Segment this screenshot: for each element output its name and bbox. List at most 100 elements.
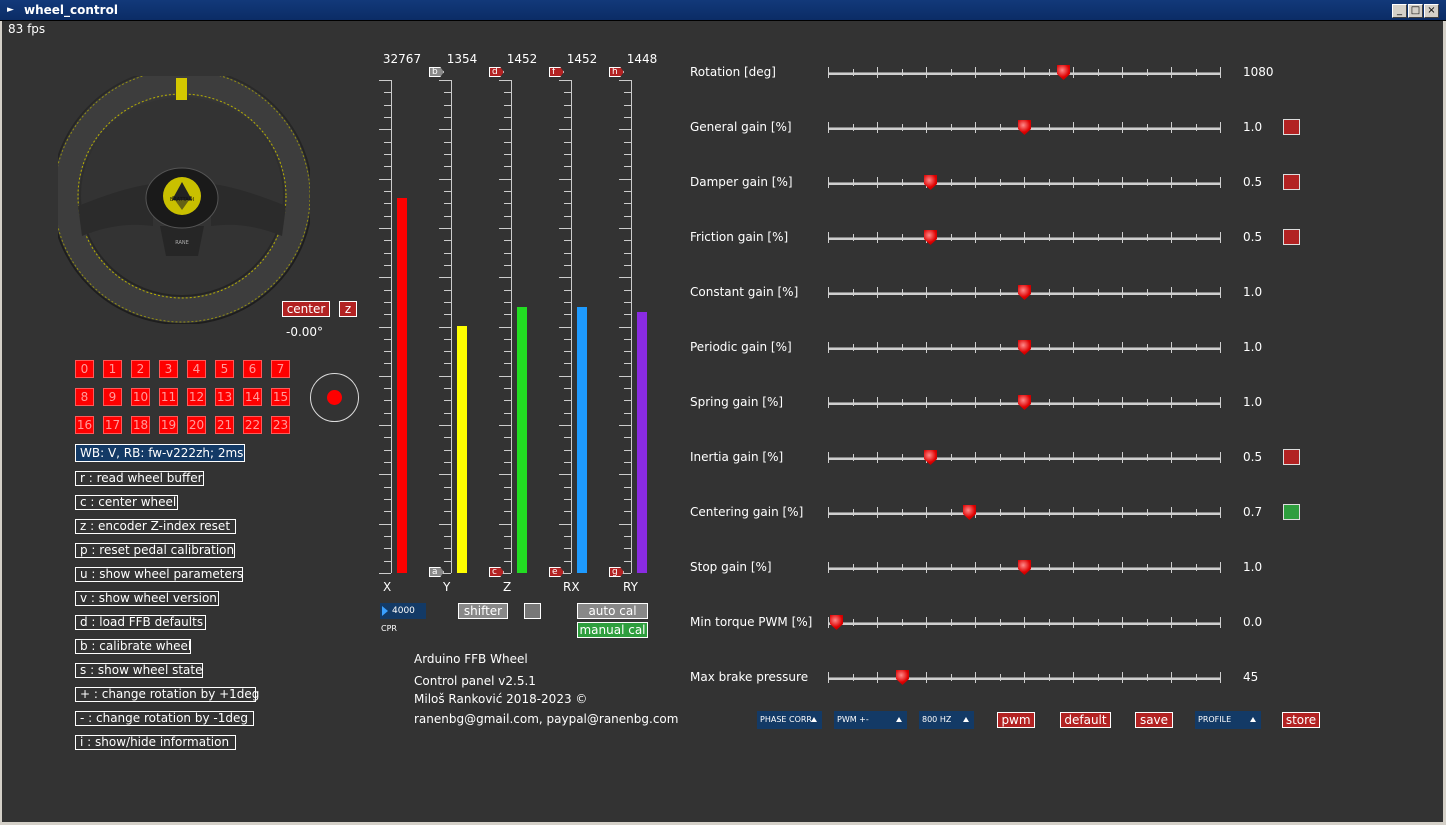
pwm-frequency-dropdown[interactable]: 800 HZ [919,711,974,729]
button-indicator: 22 [243,416,262,434]
slider-tick [1147,179,1148,186]
command-button[interactable]: b : calibrate wheel [75,639,191,654]
z-reset-button[interactable]: z [339,301,357,317]
effect-toggle[interactable] [1283,504,1300,520]
axis-cal-flag-top[interactable]: b [429,67,444,77]
phase-correction-dropdown[interactable]: PHASE CORR [757,711,822,729]
effect-toggle[interactable] [1283,229,1300,245]
command-button[interactable]: z : encoder Z-index reset [75,519,236,534]
command-button[interactable]: r : read wheel buffer [75,471,204,486]
command-button[interactable]: d : load FFB defaults [75,615,206,630]
slider-tick [877,562,878,573]
effect-toggle[interactable] [1283,174,1300,190]
axis-tick [384,314,391,315]
axis-tick [624,499,631,500]
button-indicator: 7 [271,360,290,378]
command-button[interactable]: v : show wheel version [75,591,219,606]
slider-knob[interactable] [1018,120,1031,135]
slider-tick [1196,509,1197,516]
slider-tick [1196,234,1197,241]
center-button[interactable]: center [282,301,330,317]
minimize-button[interactable]: _ [1392,4,1407,18]
slider-value: 0.0 [1243,615,1263,629]
axis-cal-flag-bottom[interactable]: a [429,567,444,577]
command-button[interactable]: i : show/hide information [75,735,236,750]
slider-knob[interactable] [1018,285,1031,300]
close-button[interactable]: × [1424,4,1439,18]
axis-cal-flag-top[interactable]: f [549,67,564,77]
slider-label: Friction gain [%] [690,230,789,244]
slider-tick [1147,509,1148,516]
slider-tick [951,454,952,461]
window-title: wheel_control [24,3,118,17]
axis-tick [384,117,391,118]
axis-tick [564,437,571,438]
shifter-checkbox[interactable] [524,603,541,619]
window-frame-left [0,21,2,825]
axis-tick [504,548,511,549]
pwm-mode-dropdown[interactable]: PWM +- [834,711,907,729]
effect-toggle[interactable] [1283,119,1300,135]
manual-cal-button[interactable]: manual cal [577,622,648,638]
shifter-button[interactable]: shifter [458,603,508,619]
slider-tick [1098,69,1099,76]
slider-knob[interactable] [896,670,909,685]
axis-tick [564,265,571,266]
axis-max-value: 1452 [506,52,538,66]
slider-tick [1196,619,1197,626]
slider-tick [1024,672,1025,683]
slider-knob[interactable] [1018,340,1031,355]
axis-tick [444,240,451,241]
slider-tick [975,67,976,78]
slider-knob[interactable] [830,615,843,630]
axis-label: Y [443,580,451,594]
auto-cal-button[interactable]: auto cal [577,603,648,619]
slider-knob[interactable] [1018,395,1031,410]
button-indicator: 13 [215,388,234,406]
profile-dropdown[interactable]: PROFILE [1195,711,1261,729]
axis-tick [624,314,631,315]
save-button[interactable]: save [1135,712,1173,728]
slider-label: Stop gain [%] [690,560,772,574]
axis-tick [564,166,571,167]
button-indicator: 6 [243,360,262,378]
button-indicator: 4 [187,360,206,378]
pwm-button[interactable]: pwm [997,712,1035,728]
slider-tick [926,397,927,408]
slider-knob[interactable] [1057,65,1070,80]
slider-value: 1.0 [1243,395,1263,409]
maximize-button[interactable]: □ [1408,4,1423,18]
app-icon[interactable]: ► [7,4,19,16]
axis-tick [439,179,451,180]
command-button[interactable]: p : reset pedal calibration [75,543,235,558]
store-button[interactable]: store [1282,712,1320,728]
axis-tick [504,511,511,512]
axis-tick [384,92,391,93]
axis-cal-flag-bottom[interactable]: c [489,567,504,577]
slider-tick [877,397,878,408]
axis-tick [504,265,511,266]
command-button[interactable]: + : change rotation by +1deg [75,687,259,702]
axis-cal-flag-bottom[interactable]: g [609,567,624,577]
axis-tick [444,462,451,463]
slider-tick [877,232,878,243]
axis-tick [564,548,571,549]
effect-toggle[interactable] [1283,449,1300,465]
command-button[interactable]: s : show wheel state [75,663,203,678]
axis-tick [624,253,631,254]
command-button[interactable]: u : show wheel parameters [75,567,243,582]
axis-cal-flag-top[interactable]: h [609,67,624,77]
axis-tick [504,388,511,389]
axis-tick [504,413,511,414]
default-button[interactable]: default [1060,712,1111,728]
axis-cal-flag-top[interactable]: d [489,67,504,77]
command-button[interactable]: - : change rotation by -1deg [75,711,254,726]
slider-knob[interactable] [1018,560,1031,575]
button-indicator: 5 [215,360,234,378]
slider-tick [1171,672,1172,683]
slider-tick [1171,232,1172,243]
axis-tick [384,548,391,549]
slider-tick [1073,122,1074,133]
command-button[interactable]: c : center wheel [75,495,178,510]
axis-cal-flag-bottom[interactable]: e [549,567,564,577]
